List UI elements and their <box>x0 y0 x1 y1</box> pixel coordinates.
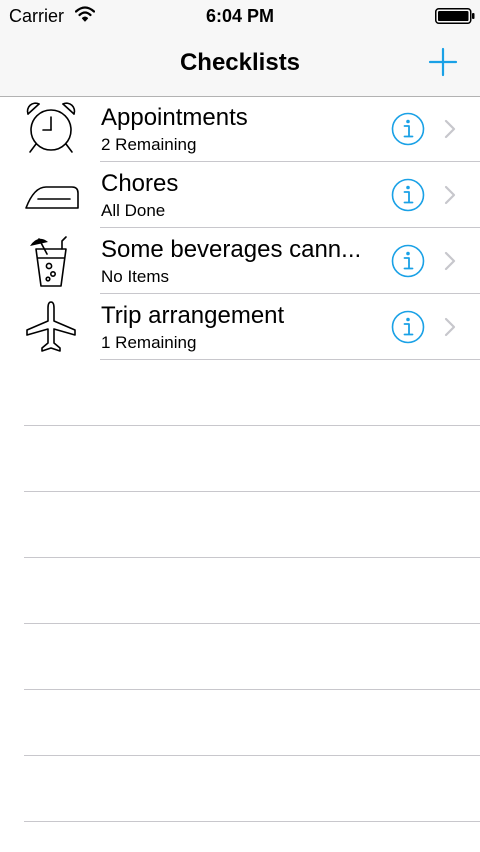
info-icon <box>391 112 425 146</box>
status-time: 6:04 PM <box>205 6 275 26</box>
airplane-icon <box>26 301 76 352</box>
chevron-right-icon <box>444 185 456 205</box>
checklist-title: Trip arrangement <box>101 302 285 329</box>
top-bar: Carrier 6:04 PM Checklists <box>0 0 480 97</box>
empty-row-separator <box>24 821 480 822</box>
plus-icon <box>428 47 458 77</box>
checklist-status: 2 Remaining <box>101 135 197 154</box>
status-bar: Carrier 6:04 PM <box>0 0 480 32</box>
checklist-status: 1 Remaining <box>101 333 197 352</box>
checklist-row-appointments[interactable]: Appointments 2 Remaining <box>0 96 480 162</box>
checklists-screen: Carrier 6:04 PM Checklists Appointments … <box>0 0 480 852</box>
chevron-right-icon <box>444 119 456 139</box>
empty-row-separator <box>24 689 480 690</box>
empty-row-separator <box>24 491 480 492</box>
info-button[interactable] <box>391 178 425 212</box>
empty-row-separator <box>24 557 480 558</box>
info-button[interactable] <box>391 310 425 344</box>
page-title: Checklists <box>179 49 301 76</box>
drink-icon <box>30 236 67 287</box>
checklist-row-beverages[interactable]: Some beverages cann... No Items <box>0 228 480 294</box>
info-button[interactable] <box>391 244 425 278</box>
row-separator <box>100 359 480 360</box>
checklist-table: Appointments 2 Remaining Chores All Done… <box>0 96 480 852</box>
empty-row-separator <box>24 755 480 756</box>
info-icon <box>391 310 425 344</box>
battery-full-icon <box>435 8 475 24</box>
checklist-title: Some beverages cann... <box>101 236 362 263</box>
checklist-status: No Items <box>101 267 170 286</box>
add-checklist-button[interactable] <box>424 44 462 82</box>
checklist-title: Chores <box>101 170 179 197</box>
checklist-status: All Done <box>101 201 166 220</box>
checklist-row-trip[interactable]: Trip arrangement 1 Remaining <box>0 294 480 360</box>
iron-icon <box>25 186 79 209</box>
chevron-right-icon <box>444 317 456 337</box>
alarm-clock-icon <box>26 102 76 153</box>
empty-row-separator <box>24 623 480 624</box>
info-icon <box>391 178 425 212</box>
chevron-right-icon <box>444 251 456 271</box>
info-icon <box>391 244 425 278</box>
info-button[interactable] <box>391 112 425 146</box>
empty-row-separator <box>24 425 480 426</box>
checklist-row-chores[interactable]: Chores All Done <box>0 162 480 228</box>
checklist-title: Appointments <box>101 104 248 131</box>
